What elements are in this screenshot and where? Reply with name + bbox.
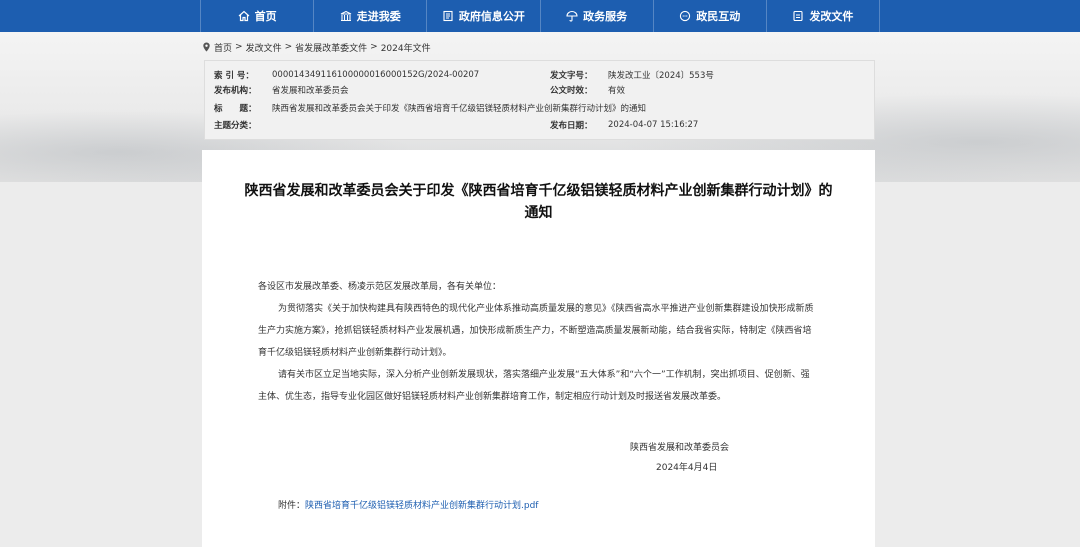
- nav-item-label: 政府信息公开: [458, 10, 525, 23]
- page-title: 陕西省发展和改革委员会关于印发《陕西省培育千亿级铝镁轻质材料产业创新集群行动计划…: [222, 180, 855, 224]
- breadcrumb-separator: >: [284, 42, 293, 52]
- location-pin-icon: [203, 42, 210, 52]
- chat-icon: [679, 10, 691, 22]
- nav-item-about[interactable]: 走进我委: [314, 0, 428, 32]
- meta-index: 索 引 号： 000014349116100000016000152G/2024…: [214, 68, 479, 82]
- meta-topic: 主题分类：: [214, 118, 272, 132]
- meta-title: 标 题： 陕西省发展和改革委员会关于印发《陕西省培育千亿级铝镁轻质材料产业创新集…: [214, 101, 646, 115]
- file-icon: [792, 10, 804, 22]
- meta-validity: 公文时效： 有效: [550, 83, 625, 97]
- sign-date: 2024年4月4日: [656, 463, 718, 473]
- document-content: 陕西省发展和改革委员会关于印发《陕西省培育千亿级铝镁轻质材料产业创新集群行动计划…: [202, 150, 875, 547]
- meta-publisher-value: 省发展和改革委员会: [272, 86, 349, 96]
- meta-doc-number: 发文字号： 陕发改工业〔2024〕553号: [550, 68, 714, 82]
- breadcrumb: 首页 > 发改文件 > 省发展改革委文件 > 2024年文件: [202, 40, 431, 54]
- breadcrumb-separator: >: [370, 42, 378, 52]
- document-icon: [442, 10, 454, 22]
- meta-date-label: 发布日期：: [550, 121, 593, 131]
- document-metadata: 索 引 号： 000014349116100000016000152G/2024…: [204, 60, 875, 140]
- meta-date-value: 2024-04-07 15:16:27: [608, 120, 699, 130]
- meta-title-value: 陕西省发展和改革委员会关于印发《陕西省培育千亿级铝镁轻质材料产业创新集群行动计划…: [272, 104, 647, 114]
- meta-doc-number-value: 陕发改工业〔2024〕553号: [608, 71, 714, 81]
- meta-validity-value: 有效: [608, 86, 626, 96]
- meta-topic-label: 主题分类：: [214, 121, 257, 131]
- paragraph-2: 请有关市区立足当地实际，深入分析产业创新发展现状，落实落细产业发展“五大体系”和…: [258, 370, 810, 402]
- document-body: 各设区市发展改革委、杨凌示范区发展改革局，各有关单位： 为贯彻落实《关于加快构建…: [258, 276, 818, 408]
- top-navigation: 首页 走进我委 政府信息公开 政务服务 政民互动 发改文件: [0, 0, 1080, 32]
- paragraph-1: 为贯彻落实《关于加快构建具有陕西特色的现代化产业体系推动高质量发展的意见》《陕西…: [258, 304, 814, 358]
- umbrella-icon: [566, 10, 578, 22]
- nav-item-services[interactable]: 政务服务: [541, 0, 654, 32]
- meta-validity-label: 公文时效：: [550, 86, 593, 96]
- attachment: 附件：陕西省培育千亿级铝镁轻质材料产业创新集群行动计划.pdf: [278, 498, 538, 511]
- nav-item-label: 走进我委: [356, 10, 401, 23]
- signature: 陕西省发展和改革委员会: [630, 443, 730, 453]
- nav-item-label: 政务服务: [583, 10, 628, 23]
- nav-item-label: 发改文件: [809, 10, 854, 23]
- breadcrumb-home[interactable]: 首页: [214, 41, 232, 54]
- page-title-line2: 通知: [524, 205, 553, 221]
- meta-index-value: 000014349116100000016000152G/2024-00207: [272, 70, 480, 80]
- nav-item-label: 首页: [254, 10, 277, 23]
- nav-item-interaction[interactable]: 政民互动: [654, 0, 767, 32]
- attachment-label: 附件：: [278, 501, 306, 511]
- meta-doc-number-label: 发文字号：: [550, 71, 593, 81]
- breadcrumb-documents[interactable]: 发改文件: [246, 41, 282, 54]
- nav-item-home[interactable]: 首页: [200, 0, 315, 32]
- breadcrumb-separator: >: [235, 42, 243, 52]
- nav-item-label: 政民互动: [696, 10, 741, 23]
- meta-publisher-label: 发布机构：: [214, 86, 257, 96]
- page-title-line1: 陕西省发展和改革委员会关于印发《陕西省培育千亿级铝镁轻质材料产业创新集群行动计划…: [244, 183, 833, 199]
- meta-index-label: 索 引 号：: [214, 71, 254, 81]
- home-icon: [238, 10, 250, 22]
- breadcrumb-year[interactable]: 2024年文件: [381, 41, 431, 54]
- meta-title-label: 标 题：: [214, 104, 257, 114]
- meta-publisher: 发布机构： 省发展和改革委员会: [214, 83, 349, 97]
- building-icon: [340, 10, 352, 22]
- meta-date: 发布日期： 2024-04-07 15:16:27: [550, 118, 698, 132]
- salutation: 各设区市发展改革委、杨凌示范区发展改革局，各有关单位：: [258, 282, 502, 292]
- attachment-link[interactable]: 陕西省培育千亿级铝镁轻质材料产业创新集群行动计划.pdf: [305, 501, 538, 511]
- nav-item-documents[interactable]: 发改文件: [767, 0, 881, 32]
- nav-item-info-disclosure[interactable]: 政府信息公开: [427, 0, 541, 32]
- breadcrumb-commission-documents[interactable]: 省发展改革委文件: [295, 41, 367, 54]
